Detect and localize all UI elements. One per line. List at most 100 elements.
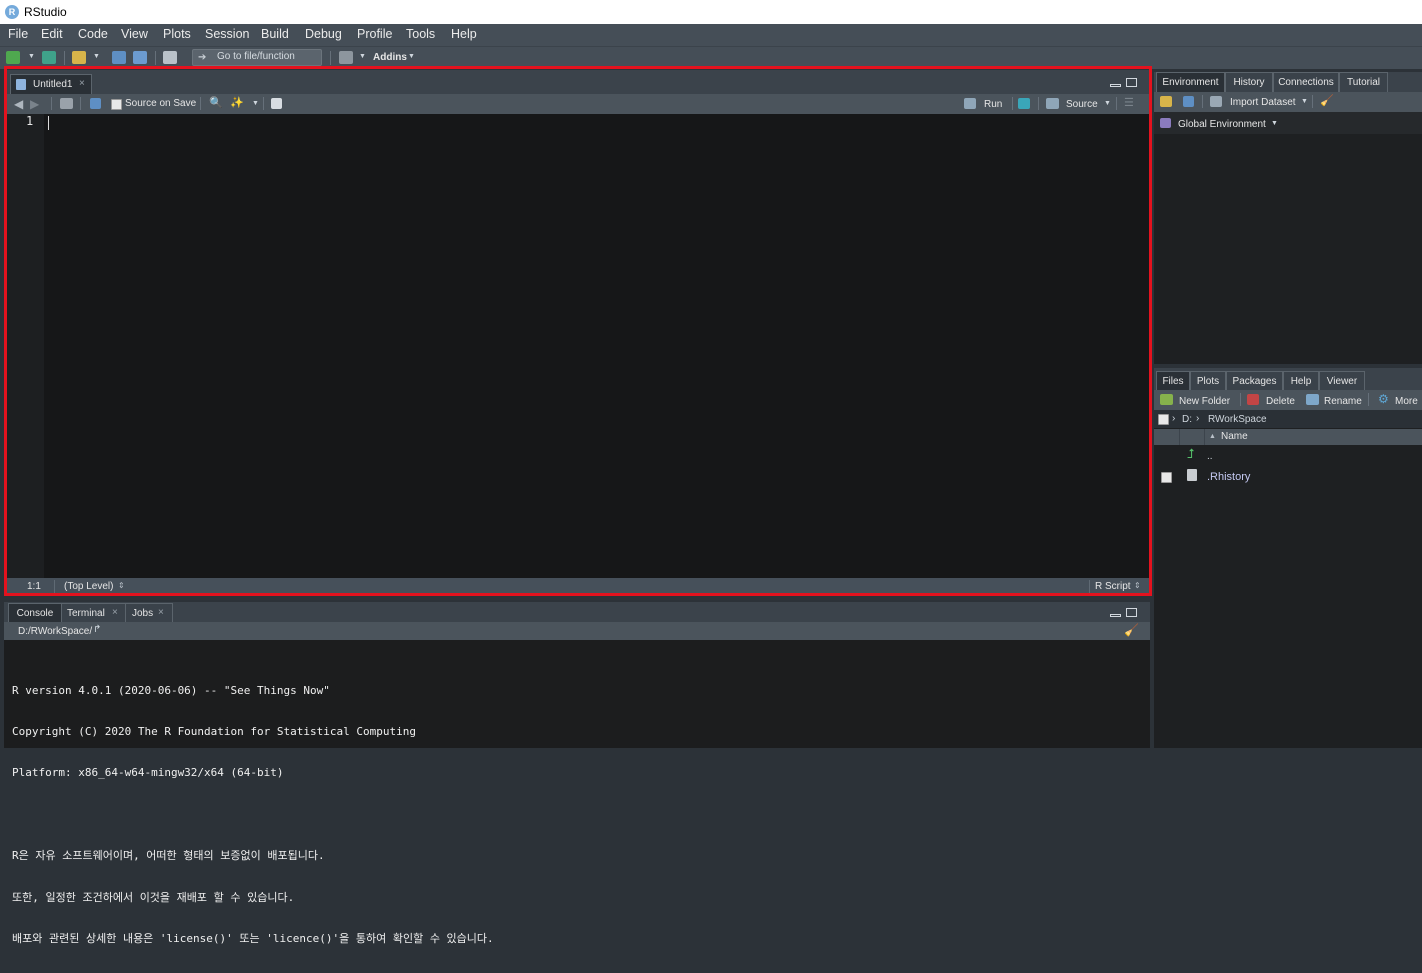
sort-ascending-icon[interactable]: ▲ [1209,433,1216,440]
source-on-save-checkbox[interactable] [111,99,122,110]
new-folder-button[interactable]: New Folder [1179,396,1230,407]
save-current-icon[interactable] [90,98,101,109]
show-in-window-icon[interactable] [60,98,73,109]
tab-plots[interactable]: Plots [1190,371,1226,391]
save-icon[interactable] [112,51,126,64]
new-file-dropdown-icon[interactable]: ▼ [28,53,35,60]
menu-code[interactable]: Code [78,27,108,41]
source-icon[interactable] [1046,98,1059,109]
rename-button[interactable]: Rename [1324,396,1362,407]
import-dataset-icon[interactable] [1210,96,1222,107]
go-to-file-function-input[interactable]: ➔ Go to file/function [192,49,322,66]
workspace-panes-icon[interactable] [339,51,353,64]
find-replace-icon[interactable]: 🔍 [209,96,223,109]
menu-file[interactable]: File [8,27,28,41]
compile-report-icon[interactable] [271,98,282,109]
minimize-pane-icon[interactable] [1110,614,1121,617]
tab-terminal-label: Terminal [67,608,105,619]
tab-terminal[interactable]: Terminal × [61,603,126,623]
menu-view[interactable]: View [121,27,148,41]
run-icon[interactable] [964,98,976,109]
file-link[interactable]: .Rhistory [1207,471,1250,483]
code-tools-dropdown-icon[interactable]: ▼ [252,100,259,107]
menu-profile[interactable]: Profile [357,27,392,41]
global-environment-dropdown-icon[interactable]: ▼ [1271,120,1278,127]
minimize-pane-icon[interactable] [1110,84,1121,87]
print-icon[interactable] [163,51,177,64]
new-file-icon[interactable] [6,51,20,64]
file-type-updown-icon[interactable]: ⇕ [1134,581,1141,590]
tab-help[interactable]: Help [1283,371,1319,391]
load-workspace-icon[interactable] [1160,96,1172,107]
select-all-checkbox[interactable] [1158,414,1169,425]
tab-close-icon[interactable]: × [79,78,85,89]
code-editor[interactable]: 1 [4,114,1150,578]
rerun-icon[interactable] [1018,98,1030,109]
tab-files[interactable]: Files [1156,371,1190,391]
document-outline-icon[interactable]: ☰ [1124,96,1134,109]
menu-build[interactable]: Build [261,27,289,41]
environment-stack-icon [1160,118,1171,128]
tab-jobs[interactable]: Jobs × [125,603,173,623]
new-folder-icon[interactable] [1160,394,1173,405]
menu-plots[interactable]: Plots [163,27,191,41]
open-recent-dropdown-icon[interactable]: ▼ [93,53,100,60]
table-row[interactable]: ⮥ .. [1154,446,1422,466]
column-name-header[interactable]: Name [1221,431,1248,442]
tab-untitled1[interactable]: Untitled1 × [10,74,92,95]
menu-help[interactable]: Help [451,27,477,41]
file-type-selector[interactable]: R Script [1095,581,1131,592]
tab-history[interactable]: History [1225,72,1273,92]
tab-close-icon[interactable]: × [112,607,118,618]
new-project-icon[interactable] [42,51,56,64]
files-breadcrumb: › D: › RWorkSpace [1154,410,1422,428]
more-gear-icon[interactable]: ⚙ [1378,392,1389,406]
global-environment-selector[interactable]: Global Environment [1178,119,1266,130]
delete-button[interactable]: Delete [1266,396,1295,407]
working-directory[interactable]: D:/RWorkSpace/ [18,626,92,637]
breadcrumb-folder[interactable]: RWorkSpace [1208,414,1267,425]
back-icon[interactable]: ◀ [14,97,23,111]
go-to-directory-icon[interactable]: ↱ [93,624,101,635]
open-file-icon[interactable] [72,51,86,64]
breadcrumb-drive[interactable]: D: [1182,414,1192,425]
more-button[interactable]: More [1395,396,1418,407]
rename-icon[interactable] [1306,394,1319,405]
toolbar-divider [330,51,331,65]
clear-console-broom-icon[interactable]: 🧹 [1124,623,1139,637]
menu-debug[interactable]: Debug [305,27,342,41]
tab-viewer[interactable]: Viewer [1319,371,1365,391]
import-dataset-button[interactable]: Import Dataset [1230,97,1296,108]
tab-console[interactable]: Console [8,603,62,623]
parent-directory-link[interactable]: .. [1207,451,1213,462]
menu-session[interactable]: Session [205,27,249,41]
table-row[interactable]: .Rhistory [1154,467,1422,487]
import-dataset-dropdown-icon[interactable]: ▼ [1301,98,1308,105]
workspace-panes-dropdown-icon[interactable]: ▼ [359,53,366,60]
menu-edit[interactable]: Edit [41,27,63,41]
source-dropdown-icon[interactable]: ▼ [1104,100,1111,107]
maximize-pane-icon[interactable] [1126,78,1137,87]
delete-icon[interactable] [1247,394,1259,405]
save-all-icon[interactable] [133,51,147,64]
save-workspace-icon[interactable] [1183,96,1194,107]
scope-selector[interactable]: (Top Level) [64,581,113,592]
forward-icon[interactable]: ▶ [30,97,39,111]
tab-close-icon[interactable]: × [158,607,164,618]
clear-objects-broom-icon[interactable]: 🧹 [1320,94,1334,107]
addins-dropdown-icon[interactable]: ▼ [408,53,415,60]
file-checkbox[interactable] [1161,472,1172,483]
maximize-pane-icon[interactable] [1126,608,1137,617]
tab-tutorial[interactable]: Tutorial [1339,72,1388,92]
console-output[interactable]: R version 4.0.1 (2020-06-06) -- "See Thi… [12,656,1142,973]
tab-environment[interactable]: Environment [1156,72,1225,92]
source-button[interactable]: Source [1066,99,1098,110]
code-tools-wand-icon[interactable]: ✨ [230,96,244,109]
menu-tools[interactable]: Tools [406,27,435,41]
tab-connections[interactable]: Connections [1273,72,1339,92]
scope-updown-icon[interactable]: ⇕ [118,581,125,590]
run-button[interactable]: Run [984,99,1002,110]
cursor-position: 1:1 [27,581,41,592]
tab-packages[interactable]: Packages [1226,371,1283,391]
addins-button[interactable]: Addins [373,52,407,63]
